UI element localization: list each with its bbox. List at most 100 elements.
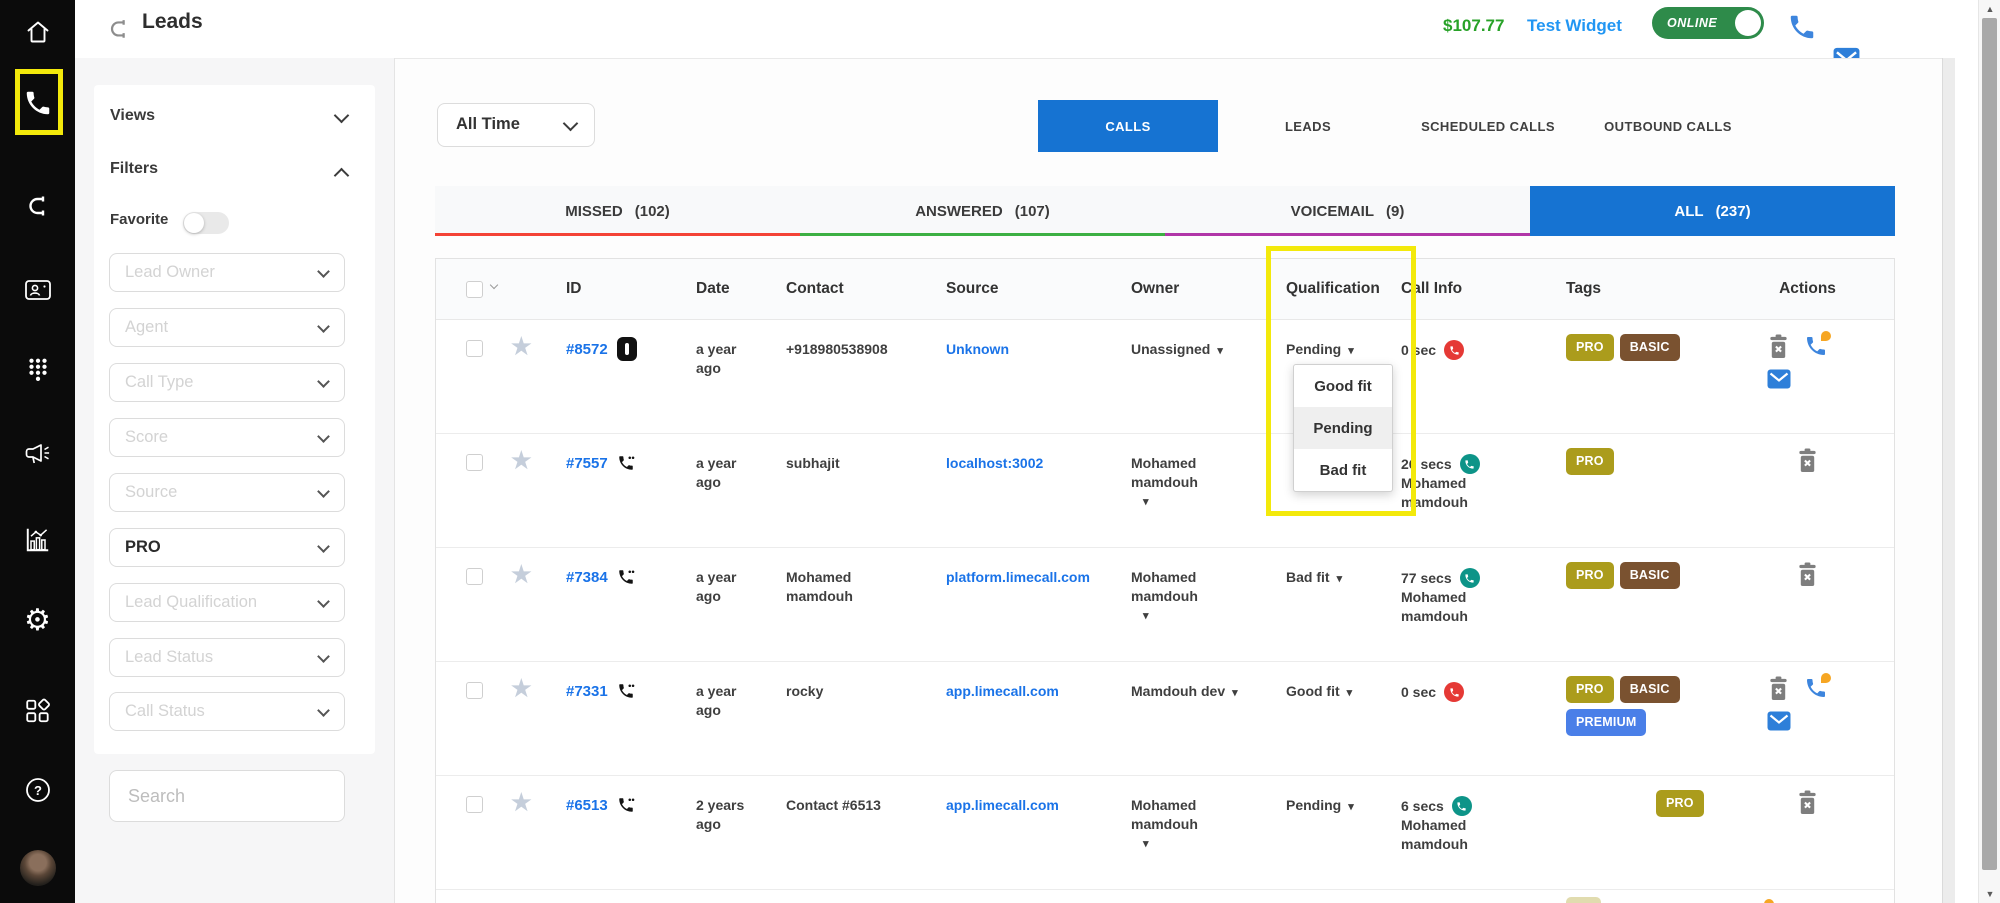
nav-campaigns[interactable] — [23, 440, 53, 468]
browser-scrollbar[interactable]: ▲ ▼ — [1978, 0, 2000, 903]
online-toggle[interactable]: ONLINE — [1652, 7, 1764, 39]
nav-help[interactable]: ? — [24, 776, 52, 804]
scrollbar-thumb[interactable] — [1982, 18, 1997, 870]
nav-leads[interactable] — [24, 191, 52, 219]
lead-id-link[interactable]: #6513 — [566, 796, 608, 816]
source-link[interactable]: Unknown — [946, 341, 1009, 357]
filter-lead-status[interactable]: Lead Status — [109, 638, 345, 677]
star-icon[interactable]: ★ — [511, 789, 532, 815]
filter-call-status[interactable]: Call Status — [109, 692, 345, 731]
subtab-answered-label: ANSWERED — [915, 203, 1003, 220]
delete-button[interactable] — [1796, 790, 1819, 815]
scroll-up-button[interactable]: ▲ — [1979, 0, 2000, 18]
owner-dropdown[interactable]: Mohamed mamdouh▾ — [1131, 474, 1241, 510]
chevron-down-icon[interactable] — [490, 281, 498, 289]
owner-value: Mohamed mamdouh — [1131, 568, 1226, 606]
row-checkbox[interactable] — [466, 454, 483, 471]
scroll-down-button[interactable]: ▼ — [1979, 885, 2000, 903]
qualification-option-pending[interactable]: Pending — [1294, 407, 1392, 449]
star-icon[interactable]: ★ — [511, 561, 532, 587]
missed-call-icon — [1444, 340, 1464, 360]
row-checkbox[interactable] — [466, 796, 483, 813]
lead-id-link[interactable]: #7331 — [566, 682, 608, 702]
star-icon[interactable]: ★ — [511, 447, 532, 473]
filter-agent[interactable]: Agent — [109, 308, 345, 347]
nav-calls[interactable] — [23, 88, 53, 118]
nav-settings[interactable]: ⚙ — [24, 606, 51, 636]
filter-lead-owner-label: Lead Owner — [125, 263, 215, 282]
megaphone-icon — [23, 440, 53, 468]
filter-source[interactable]: Source — [109, 473, 345, 512]
content-scrollbar[interactable] — [1942, 58, 1955, 903]
email-button[interactable] — [1767, 711, 1791, 731]
qualification-dropdown-trigger[interactable]: Good fit▾ — [1286, 682, 1401, 701]
tag-badge: PRO — [1566, 676, 1614, 703]
owner-dropdown[interactable]: Mohamed mamdouh▾ — [1131, 816, 1241, 852]
favorite-toggle[interactable] — [183, 212, 229, 234]
views-section-toggle[interactable]: Views — [110, 107, 155, 125]
voicemail-underline — [1165, 233, 1530, 236]
qualification-value: Pending — [1286, 340, 1341, 359]
filter-plan[interactable]: PRO — [109, 528, 345, 567]
topbar-call-button[interactable] — [1787, 12, 2000, 42]
qualification-dropdown-trigger[interactable]: Pending▾ — [1286, 796, 1401, 815]
qualification-dropdown-trigger[interactable]: Pending▾ — [1286, 340, 1401, 359]
subtab-answered[interactable]: ANSWERED (107) — [800, 186, 1165, 236]
source-link[interactable]: platform.limecall.com — [946, 569, 1090, 585]
call-duration: 0 sec — [1401, 683, 1436, 702]
source-link[interactable]: app.limecall.com — [946, 683, 1059, 699]
nav-dialpad[interactable] — [25, 356, 51, 384]
source-link[interactable]: localhost:3002 — [946, 455, 1043, 471]
callback-button[interactable] — [1804, 676, 1828, 701]
email-button[interactable] — [1767, 369, 1791, 389]
subtab-missed[interactable]: MISSED (102) — [435, 186, 800, 236]
nav-apps[interactable] — [24, 697, 52, 725]
row-checkbox[interactable] — [466, 340, 483, 357]
call-duration: 26 secs — [1401, 455, 1452, 474]
dialpad-icon — [25, 356, 51, 384]
qualification-dropdown-trigger[interactable]: Bad fit▾ — [1286, 568, 1401, 587]
callback-dot-icon — [1764, 899, 1774, 903]
owner-dropdown[interactable]: Mohamed mamdouh▾ — [1131, 588, 1241, 624]
filters-section-toggle[interactable]: Filters — [110, 160, 158, 178]
missed-underline — [435, 233, 800, 236]
qualification-option-bad-fit[interactable]: Bad fit — [1294, 449, 1392, 491]
nav-profile[interactable] — [20, 850, 56, 886]
lead-id-link[interactable]: #7557 — [566, 454, 608, 474]
row-checkbox[interactable] — [466, 682, 483, 699]
owner-dropdown[interactable]: Unassigned▾ — [1131, 340, 1241, 359]
nav-contacts[interactable] — [24, 276, 52, 304]
delete-button[interactable] — [1796, 562, 1819, 587]
filter-score[interactable]: Score — [109, 418, 345, 457]
select-all-checkbox[interactable] — [466, 281, 483, 298]
tab-scheduled-calls[interactable]: SCHEDULED CALLS — [1398, 100, 1578, 152]
delete-button[interactable] — [1767, 334, 1790, 359]
subtab-voicemail[interactable]: VOICEMAIL (9) — [1165, 186, 1530, 236]
nav-analytics[interactable] — [24, 526, 52, 554]
owner-dropdown[interactable]: Mamdouh dev▾ — [1131, 682, 1241, 701]
filter-lead-qualification[interactable]: Lead Qualification — [109, 583, 345, 622]
tab-leads[interactable]: LEADS — [1218, 100, 1398, 152]
lead-id-link[interactable]: #8572 — [566, 340, 608, 360]
star-icon[interactable]: ★ — [511, 675, 532, 701]
tab-calls[interactable]: CALLS — [1038, 100, 1218, 152]
widget-selector[interactable]: Test Widget — [1527, 16, 1622, 36]
qualification-option-good-fit[interactable]: Good fit — [1294, 365, 1392, 407]
source-link[interactable]: app.limecall.com — [946, 797, 1059, 813]
filter-lead-owner[interactable]: Lead Owner — [109, 253, 345, 292]
row-checkbox[interactable] — [466, 568, 483, 585]
call-date: a year ago — [676, 320, 761, 433]
delete-button[interactable] — [1796, 448, 1819, 473]
tab-outbound-calls[interactable]: OUTBOUND CALLS — [1578, 100, 1758, 152]
subtab-all[interactable]: ALL (237) — [1530, 186, 1895, 236]
star-icon[interactable]: ★ — [511, 333, 532, 359]
lead-id-link[interactable]: #7384 — [566, 568, 608, 588]
answered-call-icon — [1460, 454, 1480, 474]
search-input[interactable] — [109, 770, 345, 822]
filter-call-type[interactable]: Call Type — [109, 363, 345, 402]
time-filter-dropdown[interactable]: All Time — [437, 103, 595, 147]
nav-home[interactable] — [24, 18, 52, 46]
tag-badge — [1566, 897, 1601, 903]
delete-button[interactable] — [1767, 676, 1790, 701]
callback-button[interactable] — [1804, 334, 1828, 359]
